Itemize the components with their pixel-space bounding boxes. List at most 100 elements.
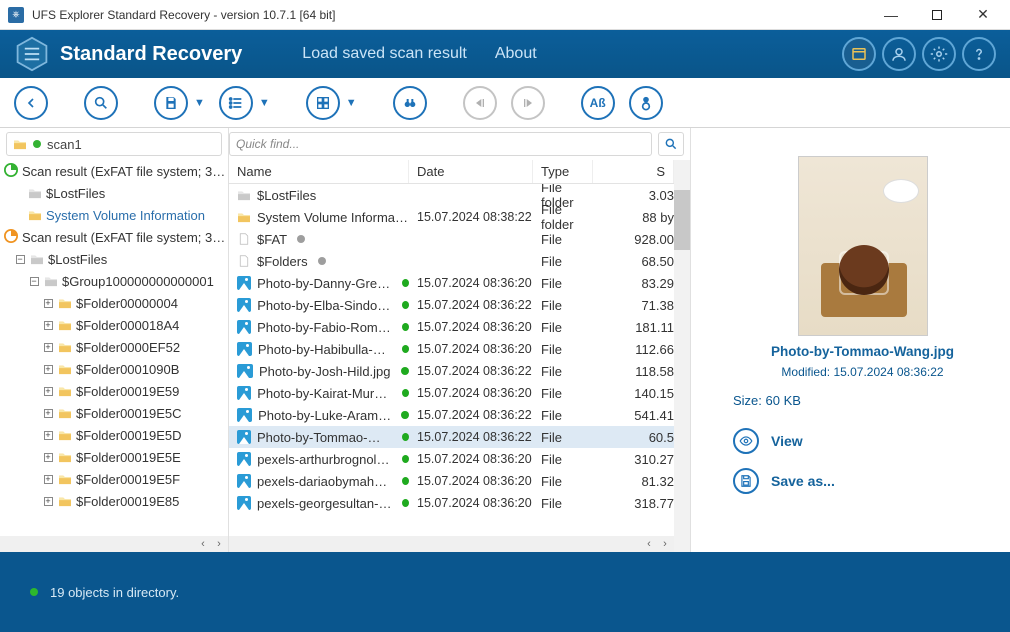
user-filter-button[interactable] xyxy=(629,86,663,120)
tree-item[interactable]: +$Folder00019E59 xyxy=(0,380,228,402)
path-input[interactable]: scan1 xyxy=(6,132,222,156)
collapse-icon[interactable]: − xyxy=(14,255,26,264)
step-back-button[interactable] xyxy=(463,86,497,120)
back-button[interactable] xyxy=(14,86,48,120)
grid-view-button[interactable] xyxy=(306,86,340,120)
saveas-action[interactable]: Save as... xyxy=(733,468,992,494)
column-headers: Name Date Type S xyxy=(229,160,674,184)
expand-icon[interactable]: + xyxy=(42,453,54,462)
header-help-icon[interactable] xyxy=(962,37,996,71)
header: Standard Recovery Load saved scan result… xyxy=(0,30,1010,78)
folder-icon xyxy=(58,385,72,397)
folder-icon xyxy=(30,253,44,265)
status-dot-icon xyxy=(402,279,409,287)
list-dropdown-caret[interactable]: ▼ xyxy=(259,97,270,109)
titlebar: ⎈ UFS Explorer Standard Recovery - versi… xyxy=(0,0,1010,30)
status-dot-icon xyxy=(402,345,409,353)
expand-icon[interactable]: + xyxy=(42,299,54,308)
image-icon xyxy=(237,496,251,510)
tree-item[interactable]: +$Folder00019E5D xyxy=(0,424,228,446)
col-name[interactable]: Name xyxy=(229,160,409,183)
tree-scan1[interactable]: Scan result (ExFAT file system; 3.03 GB) xyxy=(0,160,228,182)
folder-icon xyxy=(13,138,27,150)
file-row[interactable]: pexels-georgesultan-140... 15.07.2024 08… xyxy=(229,492,674,514)
file-row[interactable]: Photo-by-Danny-Greenb... 15.07.2024 08:3… xyxy=(229,272,674,294)
expand-icon[interactable]: + xyxy=(42,409,54,418)
file-row[interactable]: $LostFiles File folder 3.03 xyxy=(229,184,674,206)
file-row[interactable]: Photo-by-Elba-Sindoni.jpg 15.07.2024 08:… xyxy=(229,294,674,316)
quick-find-button[interactable] xyxy=(658,132,684,156)
file-row[interactable]: Photo-by-Habibulla-K.jpg 15.07.2024 08:3… xyxy=(229,338,674,360)
expand-icon[interactable]: + xyxy=(42,497,54,506)
status-text: 19 objects in directory. xyxy=(50,585,179,600)
file-row[interactable]: pexels-arthurbrognoli-24... 15.07.2024 0… xyxy=(229,448,674,470)
file-row[interactable]: $FAT File 928.00 xyxy=(229,228,674,250)
tree-item[interactable]: +$Folder0000EF52 xyxy=(0,336,228,358)
minimize-button[interactable]: — xyxy=(868,1,914,29)
view-action[interactable]: View xyxy=(733,428,992,454)
col-size[interactable]: S xyxy=(593,160,674,183)
tree-scan2[interactable]: Scan result (ExFAT file system; 3.19 GB) xyxy=(0,226,228,248)
tree-item[interactable]: −$LostFiles xyxy=(0,248,228,270)
grid-dropdown-caret[interactable]: ▼ xyxy=(346,97,357,109)
quick-find-input[interactable]: Quick find... xyxy=(229,132,652,156)
font-encoding-button[interactable]: Aß xyxy=(581,86,615,120)
list-options-button[interactable] xyxy=(219,86,253,120)
tree-item[interactable]: $LostFiles xyxy=(0,182,228,204)
tree-item[interactable]: +$Folder00000004 xyxy=(0,292,228,314)
expand-icon[interactable]: + xyxy=(42,343,54,352)
scan-icon xyxy=(4,163,18,180)
preview-panel: Photo-by-Tommao-Wang.jpg Modified: 15.07… xyxy=(690,128,1010,552)
header-user-icon[interactable] xyxy=(882,37,916,71)
folder-tree[interactable]: Scan result (ExFAT file system; 3.03 GB)… xyxy=(0,160,228,552)
search-button[interactable] xyxy=(84,86,118,120)
step-forward-button[interactable] xyxy=(511,86,545,120)
close-button[interactable]: ✕ xyxy=(960,1,1006,29)
preview-size: Size: 60 KB xyxy=(733,393,992,408)
tree-item[interactable]: −$Group100000000000001 xyxy=(0,270,228,292)
file-row[interactable]: $Folders File 68.50 xyxy=(229,250,674,272)
image-icon xyxy=(237,342,252,356)
menu-about[interactable]: About xyxy=(495,45,537,63)
folder-icon xyxy=(58,429,72,441)
expand-icon[interactable]: + xyxy=(42,387,54,396)
hscrollbar[interactable]: ‹› xyxy=(229,536,674,552)
file-row[interactable]: Photo-by-Kairat-Muratali... 15.07.2024 0… xyxy=(229,382,674,404)
file-row[interactable]: System Volume Information 15.07.2024 08:… xyxy=(229,206,674,228)
tree-item[interactable]: +$Folder00019E5E xyxy=(0,446,228,468)
header-save-icon[interactable] xyxy=(842,37,876,71)
file-row[interactable]: Photo-by-Tommao-Wang... 15.07.2024 08:36… xyxy=(229,426,674,448)
expand-icon[interactable]: + xyxy=(42,365,54,374)
tree-item[interactable]: +$Folder00019E5F xyxy=(0,468,228,490)
file-list[interactable]: $LostFiles File folder 3.03 System Volum… xyxy=(229,184,674,536)
maximize-button[interactable] xyxy=(914,1,960,29)
col-type[interactable]: Type xyxy=(533,160,593,183)
file-row[interactable]: Photo-by-Luke-Aram.jpg 15.07.2024 08:36:… xyxy=(229,404,674,426)
tree-hscroll[interactable]: ‹› xyxy=(0,536,228,552)
collapse-icon[interactable]: − xyxy=(28,277,40,286)
tree-item[interactable]: +$Folder00019E5C xyxy=(0,402,228,424)
scan-icon xyxy=(4,229,18,246)
file-row[interactable]: Photo-by-Josh-Hild.jpg 15.07.2024 08:36:… xyxy=(229,360,674,382)
expand-icon[interactable]: + xyxy=(42,431,54,440)
header-settings-icon[interactable] xyxy=(922,37,956,71)
vscrollbar[interactable] xyxy=(674,160,690,552)
tree-item[interactable]: +$Folder000018A4 xyxy=(0,314,228,336)
save-dropdown-caret[interactable]: ▼ xyxy=(194,97,205,109)
folder-icon xyxy=(58,495,72,507)
save-disk-button[interactable] xyxy=(154,86,188,120)
file-icon xyxy=(237,233,251,245)
file-row[interactable]: pexels-dariaobymaha-16... 15.07.2024 08:… xyxy=(229,470,674,492)
binoculars-button[interactable] xyxy=(393,86,427,120)
toolbar: ▼ ▼ ▼ Aß xyxy=(0,78,1010,128)
expand-icon[interactable]: + xyxy=(42,475,54,484)
file-row[interactable]: Photo-by-Fabio-Romano... 15.07.2024 08:3… xyxy=(229,316,674,338)
status-dot-icon xyxy=(402,389,409,397)
expand-icon[interactable]: + xyxy=(42,321,54,330)
menu-load-scan[interactable]: Load saved scan result xyxy=(302,45,467,63)
col-date[interactable]: Date xyxy=(409,160,533,183)
tree-item[interactable]: +$Folder00019E85 xyxy=(0,490,228,512)
tree-item[interactable]: +$Folder0001090B xyxy=(0,358,228,380)
file-list-panel: Quick find... Name Date Type S $LostFile… xyxy=(228,128,690,552)
tree-item[interactable]: System Volume Information xyxy=(0,204,228,226)
